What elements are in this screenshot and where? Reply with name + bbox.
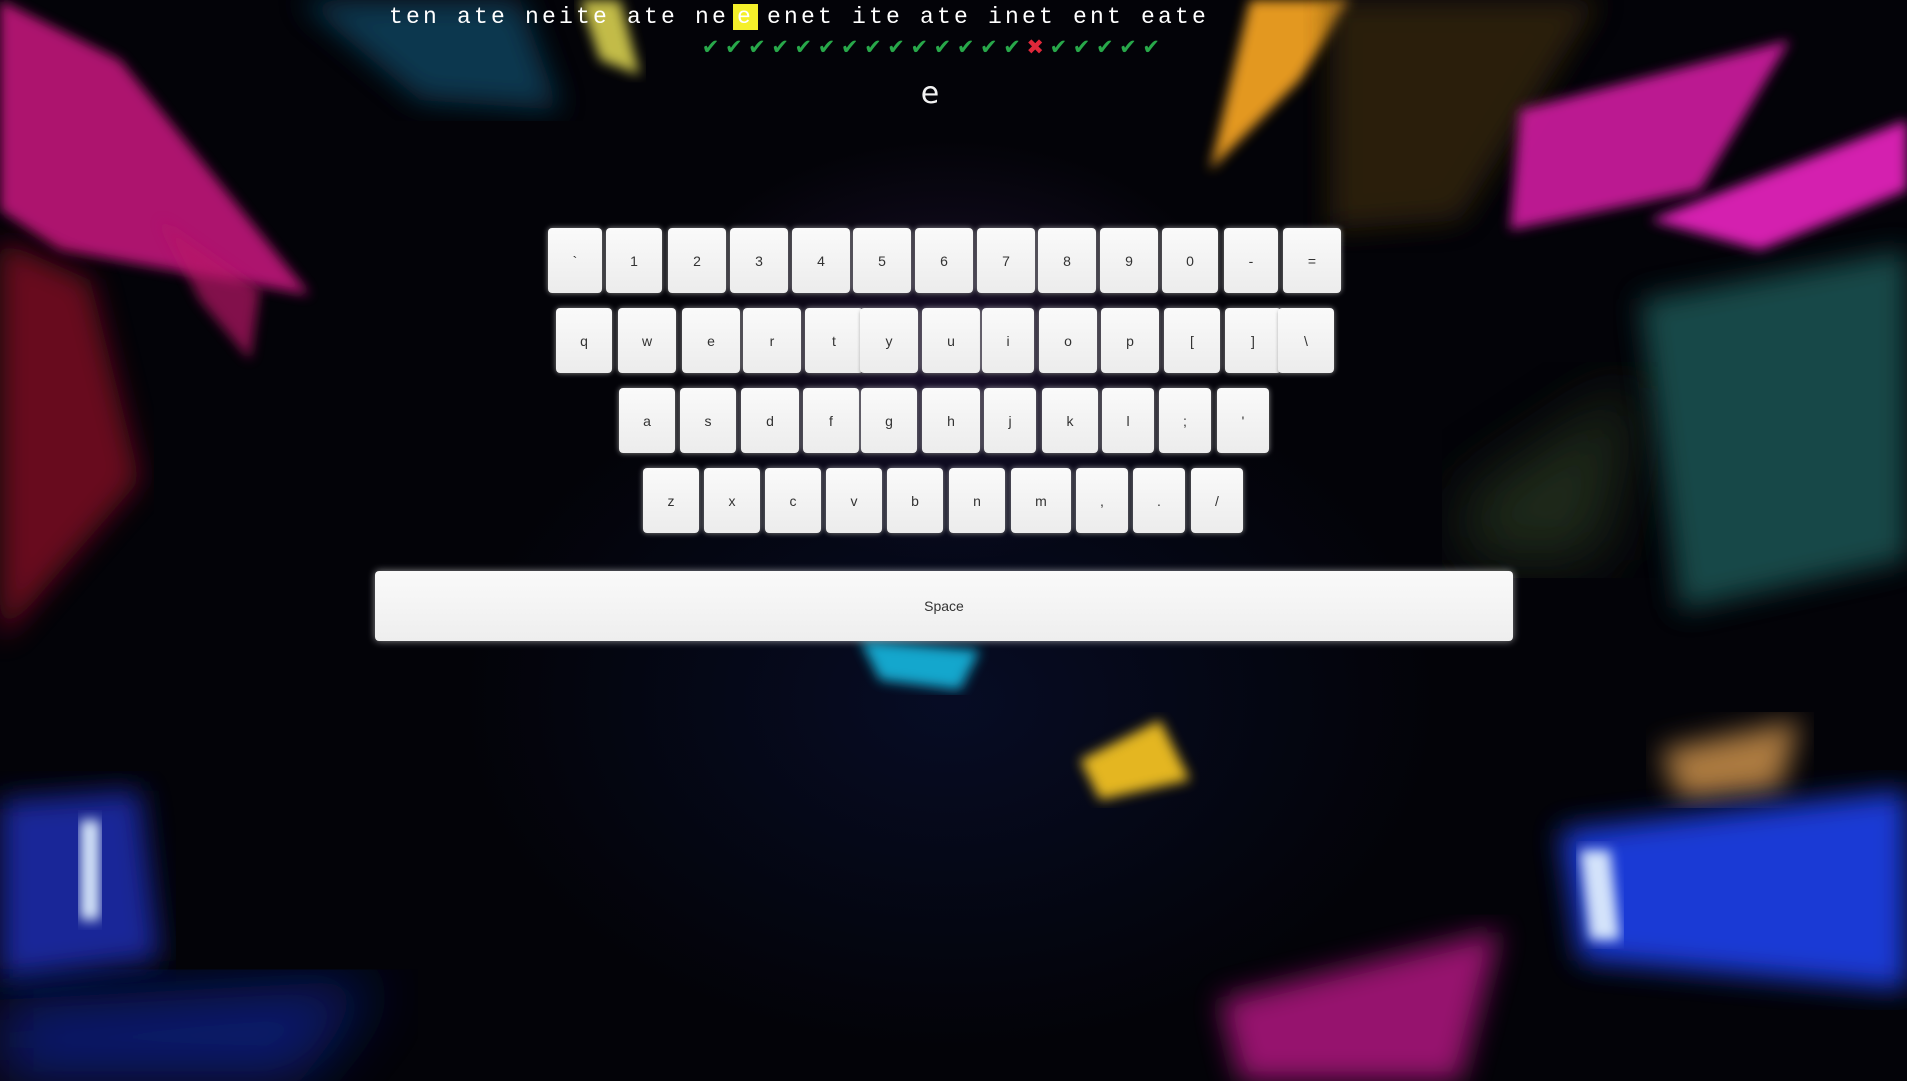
key-symbol[interactable]: / xyxy=(1191,468,1243,533)
cross-icon: ✖ xyxy=(1026,35,1045,59)
check-icon: ✔ xyxy=(933,35,952,59)
check-icon: ✔ xyxy=(910,35,929,59)
key-8[interactable]: 8 xyxy=(1038,228,1096,293)
key-c[interactable]: c xyxy=(765,468,821,533)
check-icon: ✔ xyxy=(1142,35,1160,59)
key-t[interactable]: t xyxy=(805,308,863,373)
key-o[interactable]: o xyxy=(1039,308,1097,373)
key-w[interactable]: w xyxy=(618,308,676,373)
check-icon: ✔ xyxy=(724,35,743,59)
key-b[interactable]: b xyxy=(887,468,943,533)
key-9[interactable]: 9 xyxy=(1100,228,1158,293)
key-n[interactable]: n xyxy=(949,468,1005,533)
current-char-highlight: e xyxy=(733,4,759,30)
key-symbol[interactable]: . xyxy=(1133,468,1185,533)
key-i[interactable]: i xyxy=(982,308,1034,373)
check-icon: ✔ xyxy=(887,35,905,59)
key-2[interactable]: 2 xyxy=(668,228,726,293)
typed-text: ten ate neite ate ne xyxy=(389,4,730,30)
check-icon: ✔ xyxy=(980,35,998,59)
key-e[interactable]: e xyxy=(682,308,740,373)
typing-trainer-screen: ten ate neite ate ne e enet ite ate inet… xyxy=(0,0,1907,1081)
key-p[interactable]: p xyxy=(1101,308,1159,373)
key-j[interactable]: j xyxy=(984,388,1036,453)
check-icon: ✔ xyxy=(1095,35,1114,59)
check-icon: ✔ xyxy=(1119,35,1137,59)
key-f[interactable]: f xyxy=(803,388,859,453)
background-art xyxy=(0,0,1907,1081)
key-r[interactable]: r xyxy=(743,308,801,373)
key-symbol[interactable]: ; xyxy=(1159,388,1211,453)
check-icon: ✔ xyxy=(701,35,720,59)
key-u[interactable]: u xyxy=(922,308,980,373)
key-d[interactable]: d xyxy=(741,388,799,453)
key-g[interactable]: g xyxy=(861,388,917,453)
check-icon: ✔ xyxy=(864,35,882,59)
check-icon: ✔ xyxy=(794,35,813,59)
key-y[interactable]: y xyxy=(860,308,918,373)
key-q[interactable]: q xyxy=(556,308,612,373)
key-s[interactable]: s xyxy=(680,388,736,453)
key-3[interactable]: 3 xyxy=(730,228,788,293)
key-symbol[interactable]: = xyxy=(1283,228,1341,293)
key-symbol[interactable]: ] xyxy=(1225,308,1281,373)
key-0[interactable]: 0 xyxy=(1162,228,1218,293)
key-1[interactable]: 1 xyxy=(606,228,662,293)
check-icon: ✔ xyxy=(1003,35,1021,59)
key-z[interactable]: z xyxy=(643,468,699,533)
remaining-text: enet ite ate inet ent eate xyxy=(767,4,1210,30)
key-5[interactable]: 5 xyxy=(853,228,911,293)
check-icon: ✔ xyxy=(771,35,789,59)
check-icon: ✔ xyxy=(817,35,836,59)
key-a[interactable]: a xyxy=(619,388,675,453)
key-symbol[interactable]: [ xyxy=(1164,308,1220,373)
key-7[interactable]: 7 xyxy=(977,228,1035,293)
typing-text-line: ten ate neite ate ne e enet ite ate inet… xyxy=(0,4,1907,34)
check-icon: ✔ xyxy=(840,35,859,59)
key-symbol[interactable]: , xyxy=(1076,468,1128,533)
check-icon: ✔ xyxy=(1072,35,1091,59)
check-icon: ✔ xyxy=(748,35,766,59)
key-symbol[interactable]: - xyxy=(1224,228,1278,293)
key-x[interactable]: x xyxy=(704,468,760,533)
key-l[interactable]: l xyxy=(1102,388,1154,453)
keystroke-results: ✔ ✔ ✔ ✔ ✔ ✔ ✔ ✔ ✔ ✔ ✔ ✔ ✔ ✔ ✖ ✔ ✔ ✔ ✔ ✔ xyxy=(699,35,1163,59)
check-icon: ✔ xyxy=(1049,35,1068,59)
key-symbol[interactable]: ' xyxy=(1217,388,1269,453)
key-6[interactable]: 6 xyxy=(915,228,973,293)
prompt-char: e xyxy=(920,76,940,111)
check-icon: ✔ xyxy=(956,35,975,59)
key-symbol[interactable]: \ xyxy=(1278,308,1334,373)
key-k[interactable]: k xyxy=(1042,388,1098,453)
key-h[interactable]: h xyxy=(922,388,980,453)
key-m[interactable]: m xyxy=(1011,468,1071,533)
space-key[interactable]: Space xyxy=(375,571,1513,641)
key-symbol[interactable]: ` xyxy=(548,228,602,293)
key-v[interactable]: v xyxy=(826,468,882,533)
key-4[interactable]: 4 xyxy=(792,228,850,293)
